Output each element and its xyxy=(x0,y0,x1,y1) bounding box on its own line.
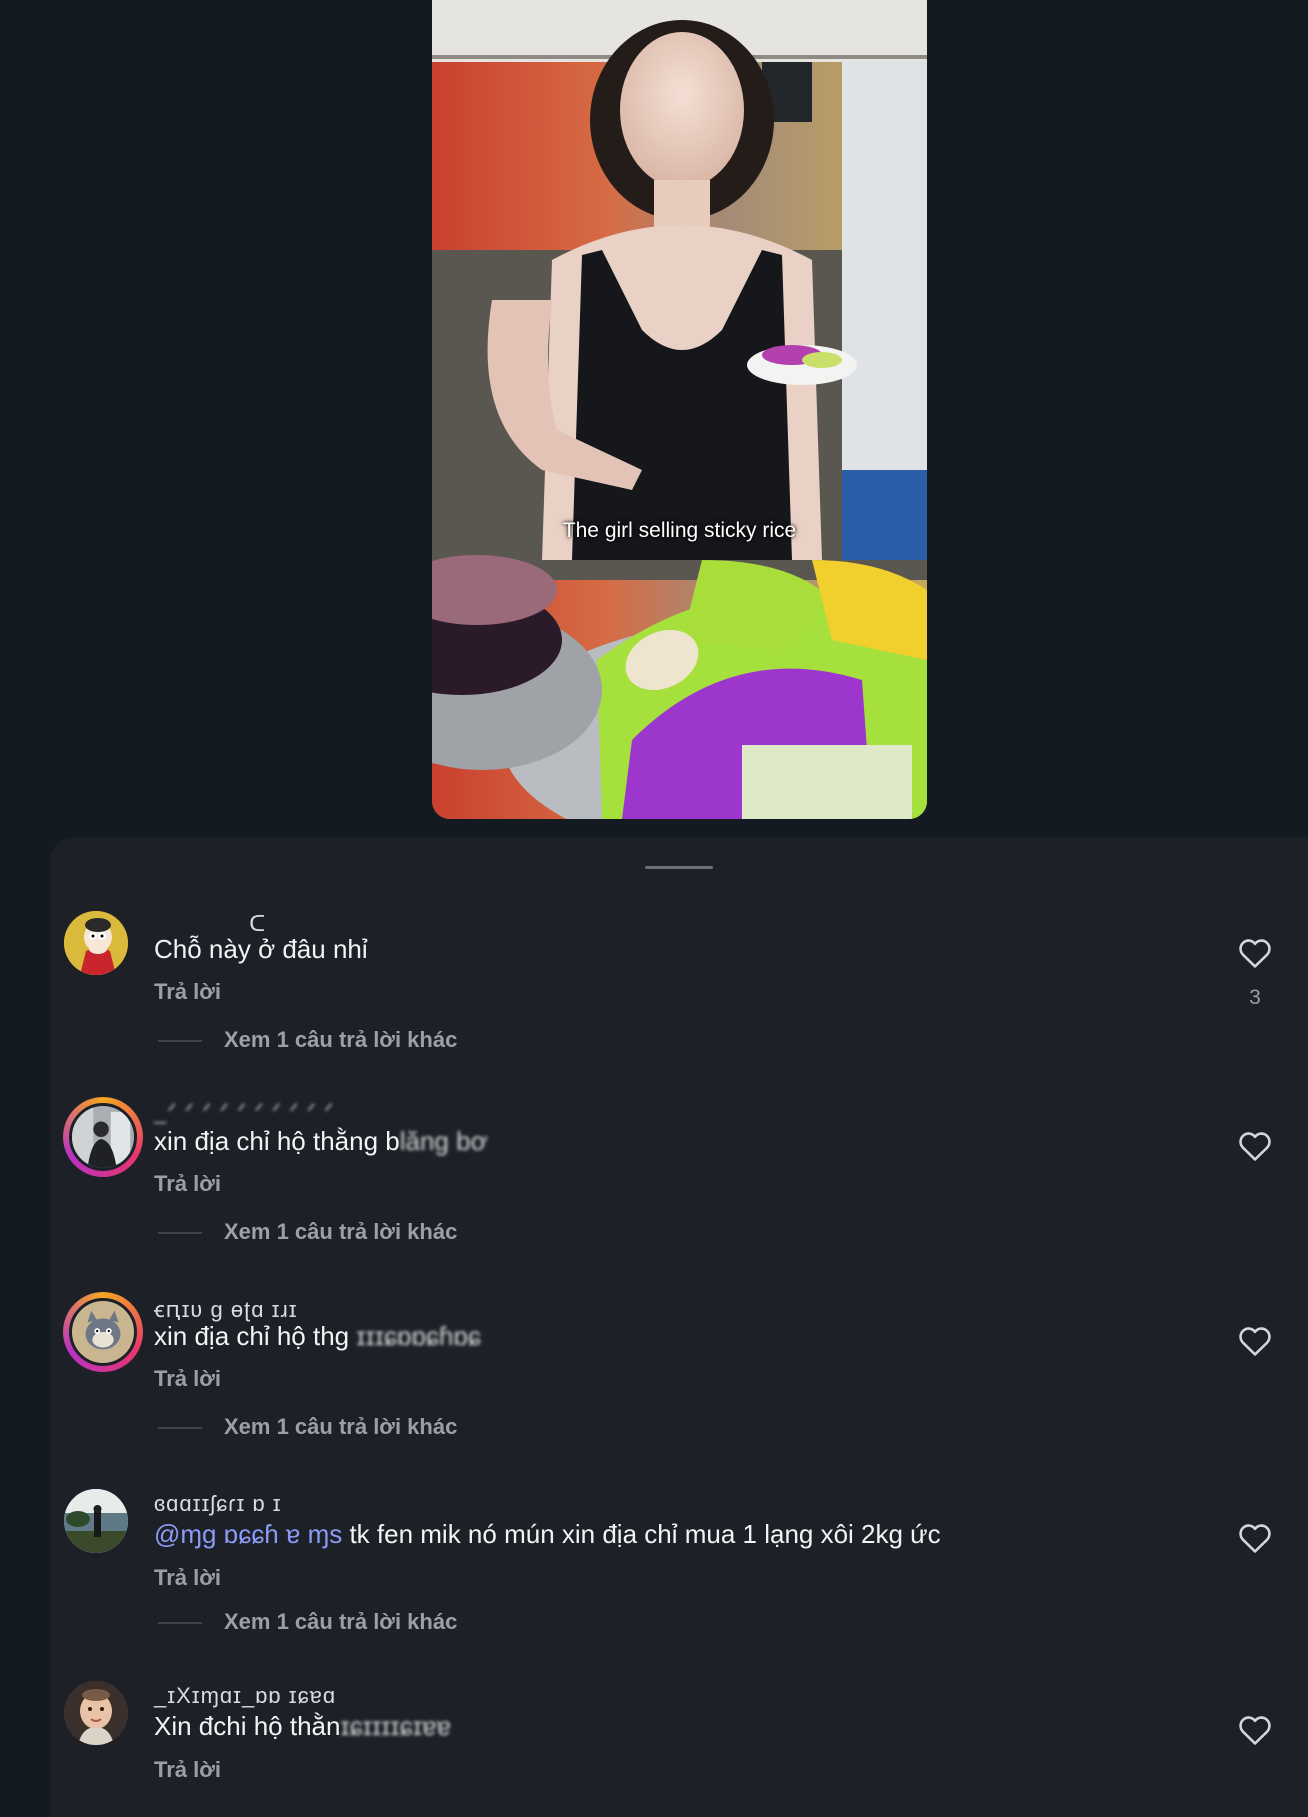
heart-outline-icon[interactable] xyxy=(1238,1325,1272,1357)
video-caption: The girl selling sticky rice xyxy=(562,519,797,542)
heart-outline-icon[interactable] xyxy=(1238,1522,1272,1554)
beach-avatar-icon xyxy=(64,1489,128,1553)
comment-item: _ᐟ ᐟ ᐟ ᐟ ᐟ ᐟ ᐟ ᐟ ᐟ ᐟ xin địa chỉ hộ thằn… xyxy=(50,1097,1280,1287)
view-more-replies[interactable]: Xem 1 câu trả lời khác xyxy=(158,1027,457,1053)
divider-line xyxy=(158,1040,202,1043)
avatar[interactable] xyxy=(64,1489,134,1559)
view-more-replies-label: Xem 1 câu trả lời khác xyxy=(224,1414,458,1439)
photo-avatar-icon xyxy=(72,1106,134,1168)
like-count: 3 xyxy=(1249,986,1261,1009)
heart-outline-icon[interactable] xyxy=(1238,937,1272,969)
mention-link[interactable]: @ɱɡ ɒɕɕɦ ɐ ɱs xyxy=(154,1519,342,1549)
cartoon-avatar-icon xyxy=(64,911,128,975)
sheet-drag-handle[interactable] xyxy=(645,866,713,869)
avatar[interactable] xyxy=(63,1097,143,1177)
comment-item: _ɪXɪɱɑɪ_ɒɒ ɪɕɐɑ Xin đchi hộ thằnɪɕɪɪɪɪɕɪ… xyxy=(50,1681,1280,1817)
comments-sheet: ㅤㅤㅤ ㅤ ᑕ Chỗ này ở đâu nhỉ Trả lời Xem 1 … xyxy=(50,837,1308,1817)
baby-avatar-icon xyxy=(64,1681,128,1745)
comment-text-body: tk fen mik nó mún xin địa chỉ mua 1 lạng… xyxy=(342,1519,941,1549)
divider-line xyxy=(158,1622,202,1625)
reply-button[interactable]: Trả lời xyxy=(154,1565,221,1591)
comment-item: ɞɑɑɪɪʃɕɾɪ ɒ ɪ @ɱɡ ɒɕɕɦ ɐ ɱs tk fen mik n… xyxy=(50,1489,1280,1679)
avatar[interactable] xyxy=(63,1292,143,1372)
view-more-replies[interactable]: Xem 1 câu trả lời khác xyxy=(158,1219,457,1245)
reply-button[interactable]: Trả lời xyxy=(154,1171,221,1197)
divider-line xyxy=(158,1232,202,1235)
comment-username[interactable]: _ɪXɪɱɑɪ_ɒɒ ɪɕɐɑ xyxy=(154,1683,336,1709)
view-more-replies-label: Xem 1 câu trả lời khác xyxy=(224,1027,458,1052)
comment-item: ꞓԥɪʋ ɡ ɵʈɑ ɪɹɪ xin địa chỉ hộ thg ɪɪɪɕɒɒ… xyxy=(50,1292,1280,1482)
view-more-replies[interactable]: Xem 1 câu trả lời khác xyxy=(158,1414,457,1440)
view-more-replies[interactable]: Xem 1 câu trả lời khác xyxy=(158,1609,457,1635)
heart-outline-icon[interactable] xyxy=(1238,1714,1272,1746)
comment-text: Chỗ này ở đâu nhỉ xyxy=(154,934,368,964)
reply-button[interactable]: Trả lời xyxy=(154,1757,221,1783)
reply-button[interactable]: Trả lời xyxy=(154,1366,221,1392)
comment-text-obscured: ɪɕɪɪɪɪɕɪɐɐ xyxy=(340,1711,451,1741)
cat-avatar-icon xyxy=(72,1301,134,1363)
reply-button[interactable]: Trả lời xyxy=(154,979,221,1005)
comment-text: xin địa chỉ hộ thg ɪɪɪɕɒɒɕɦɒɕ xyxy=(154,1321,481,1352)
comment-text-visible: xin địa chỉ hộ thg xyxy=(154,1321,357,1351)
video-player[interactable]: The girl selling sticky rice xyxy=(432,0,927,819)
view-more-replies-label: Xem 1 câu trả lời khác xyxy=(224,1219,458,1244)
comment-text-obscured: lăng bơ xyxy=(399,1126,488,1156)
view-more-replies-label: Xem 1 câu trả lời khác xyxy=(224,1609,458,1634)
comment-username[interactable]: _ᐟ ᐟ ᐟ ᐟ ᐟ ᐟ ᐟ ᐟ ᐟ ᐟ xyxy=(154,1099,334,1125)
avatar[interactable] xyxy=(64,1681,134,1751)
divider-line xyxy=(158,1427,202,1430)
comment-username[interactable]: ꞓԥɪʋ ɡ ɵʈɑ ɪɹɪ xyxy=(154,1294,298,1324)
comment-text: xin địa chỉ hộ thằng blăng bơ xyxy=(154,1126,488,1157)
video-frame xyxy=(432,0,927,819)
comment-text: @ɱɡ ɒɕɕɦ ɐ ɱs tk fen mik nó mún xin địa … xyxy=(154,1519,941,1550)
heart-outline-icon[interactable] xyxy=(1238,1130,1272,1162)
avatar[interactable] xyxy=(64,911,134,981)
comment-text-visible: Xin đchi hộ thằn xyxy=(154,1711,341,1741)
comment-text-obscured: ɪɪɪɕɒɒɕɦɒɕ xyxy=(356,1321,481,1351)
comment-username[interactable]: ɞɑɑɪɪʃɕɾɪ ɒ ɪ xyxy=(154,1491,282,1517)
comment-text: Xin đchi hộ thằnɪɕɪɪɪɪɕɪɐɐ xyxy=(154,1711,451,1742)
comment-item: ㅤㅤㅤ ㅤ ᑕ Chỗ này ở đâu nhỉ Trả lời Xem 1 … xyxy=(50,904,1280,1094)
comment-text-visible: xin địa chỉ hộ thằng b xyxy=(154,1126,400,1156)
